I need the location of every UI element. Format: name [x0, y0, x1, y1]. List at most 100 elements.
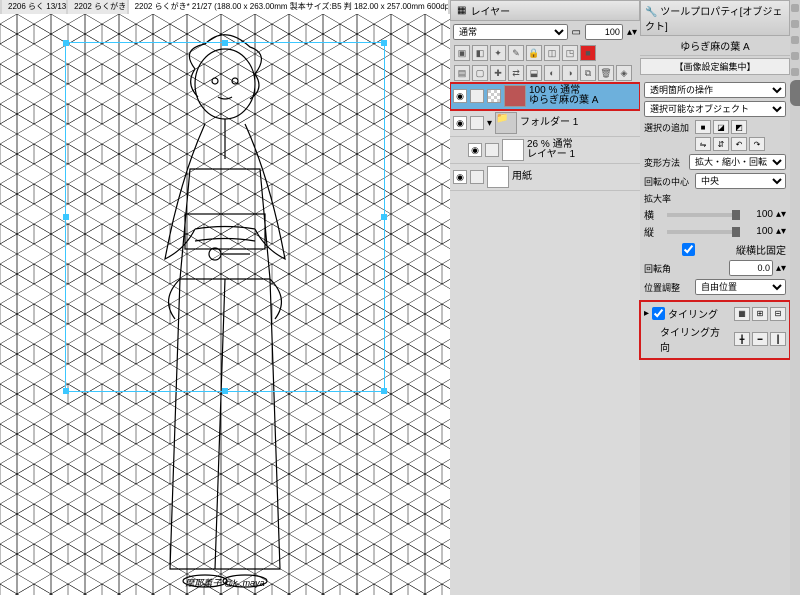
new-layer-icon[interactable]: ▤ — [454, 65, 470, 81]
selectable-obj-select[interactable]: 選択可能なオブジェクト — [644, 101, 786, 117]
del-icon[interactable]: 🗑 — [598, 65, 614, 81]
dock-icon[interactable] — [791, 20, 799, 28]
caret-icon[interactable]: ▾ — [487, 118, 492, 129]
lock-ratio-checkbox[interactable] — [644, 243, 733, 256]
tiling-label: タイリング — [668, 306, 718, 321]
eye-icon[interactable]: ◉ — [453, 89, 467, 103]
doc-tab-active[interactable]: 2202 らくがき* 21/27 (188.00 x 263.00mm 製本サイ… — [129, 0, 448, 14]
border-icon[interactable]: ◳ — [562, 45, 578, 61]
lock-alpha-icon[interactable]: ▣ — [454, 45, 470, 61]
sel-sub-icon[interactable]: ◩ — [731, 120, 747, 134]
layer-toolbar-1: ▣ ◧ ✦ ✎ 🔒 ◫ ◳ ■ — [450, 43, 640, 63]
canvas-area: 2206 らく 13/13 2202 らくがき 2202 らくがき* 21/27… — [0, 0, 450, 595]
caret-icon[interactable]: ▸ — [644, 308, 649, 319]
tiling-dir-label: タイリング方向 — [660, 324, 728, 354]
layer-name: レイヤー 1 — [527, 150, 575, 160]
scale-v-slider[interactable] — [667, 230, 740, 234]
rot-angle-label: 回転角 — [644, 262, 692, 275]
add-sel-label: 選択の追加 — [644, 121, 692, 134]
eye-icon[interactable]: ◉ — [468, 143, 482, 157]
layer-row[interactable]: ◉ ▾ 📁 フォルダー 1 — [450, 110, 640, 137]
lock-icon[interactable]: 🔒 — [526, 45, 542, 61]
folder-thumb: 📁 — [495, 112, 517, 134]
rot-r-icon[interactable]: ↷ — [749, 137, 765, 151]
canvas-viewport[interactable]: 摩耶薫子 @k_maya — [0, 14, 450, 595]
doc-tab[interactable]: 2206 らく 13/13 — [2, 0, 66, 14]
tile-dir-h-icon[interactable]: ━ — [752, 332, 768, 346]
tool-prop-title: 🔧 ツールプロパティ[オブジェクト] — [640, 0, 790, 36]
layer-name: 用紙 — [512, 172, 532, 182]
document-tabs: 2206 らく 13/13 2202 らくがき 2202 らくがき* 21/27… — [0, 0, 450, 14]
chk-icon[interactable] — [485, 143, 499, 157]
scale-v-value: 100 — [743, 226, 773, 237]
ref-icon[interactable]: ✦ — [490, 45, 506, 61]
layer-row[interactable]: ◉ 26 % 通常 レイヤー 1 — [450, 137, 640, 164]
layer-row-selected[interactable]: ◉ 100 % 通常 ゆらぎ麻の葉 A — [450, 83, 640, 110]
flip-h-icon[interactable]: ⇋ — [695, 137, 711, 151]
tile-mode-2-icon[interactable]: ⊞ — [752, 307, 768, 321]
layer-panel: ▦ レイヤー 通常 ▭ ▴▾ ▣ ◧ ✦ ✎ 🔒 ◫ ◳ ■ ▤ ▢ ✚ ⇄ ⬓… — [450, 0, 640, 595]
layer-name: フォルダー 1 — [520, 118, 578, 128]
dup-icon[interactable]: ⧉ — [580, 65, 596, 81]
tile-dir-both-icon[interactable]: ╋ — [734, 332, 750, 346]
tile-dir-v-icon[interactable]: ┃ — [770, 332, 786, 346]
asanoha-pattern — [0, 14, 450, 595]
lock-ratio-label: 縦横比固定 — [736, 242, 786, 257]
transform-label: 変形方法 — [644, 156, 686, 169]
sel-from-icon[interactable]: ◈ — [616, 65, 632, 81]
transparent-op-select[interactable]: 透明箇所の操作 — [644, 82, 786, 98]
scale-h-value: 100 — [743, 209, 773, 220]
rot-l-icon[interactable]: ↶ — [731, 137, 747, 151]
blend-mode-select[interactable]: 通常 — [453, 24, 568, 40]
sel-new-icon[interactable]: ■ — [695, 120, 711, 134]
doc-tab[interactable]: 2202 らくがき — [68, 0, 127, 14]
layer-toolbar-2: ▤ ▢ ✚ ⇄ ⬓ ◐ ◑ ⧉ 🗑 ◈ — [450, 63, 640, 83]
mask-icon[interactable]: ◐ — [544, 65, 560, 81]
editing-banner: 【画像設定編集中】 — [640, 58, 790, 75]
layer-row[interactable]: ◉ 用紙 — [450, 164, 640, 191]
chk-icon[interactable] — [487, 89, 501, 103]
transform-select[interactable]: 拡大・縮小・回転 — [689, 154, 786, 170]
opacity-input[interactable] — [585, 24, 623, 40]
draft-icon[interactable]: ✎ — [508, 45, 524, 61]
layer-sub: ゆらぎ麻の葉 A — [640, 36, 790, 56]
layer-name: ゆらぎ麻の葉 A — [529, 96, 598, 106]
tile-mode-3-icon[interactable]: ⊟ — [770, 307, 786, 321]
dock-icon[interactable] — [791, 52, 799, 60]
palette-icon: ▦ — [457, 5, 466, 16]
scale-v-label: 縦 — [644, 224, 664, 239]
tiling-checkbox[interactable] — [652, 307, 665, 320]
rot-center-select[interactable]: 中央 — [695, 173, 786, 189]
flip-v-icon[interactable]: ⇵ — [713, 137, 729, 151]
new-folder-icon[interactable]: ▢ — [472, 65, 488, 81]
chk-icon[interactable] — [470, 89, 484, 103]
clip-icon[interactable]: ◧ — [472, 45, 488, 61]
dock-icon[interactable] — [791, 68, 799, 76]
eye-icon[interactable]: ◉ — [453, 170, 467, 184]
rot-angle-input[interactable] — [729, 260, 773, 276]
sel-add-icon[interactable]: ◪ — [713, 120, 729, 134]
dock-icon[interactable] — [791, 36, 799, 44]
merge-icon[interactable]: ⬓ — [526, 65, 542, 81]
scale-h-label: 横 — [644, 207, 664, 222]
layer-thumb — [504, 85, 526, 107]
signature: 摩耶薫子 @k_maya — [185, 576, 264, 589]
ruler-icon[interactable]: ◫ — [544, 45, 560, 61]
eye-icon[interactable]: ◉ — [453, 116, 467, 130]
dock-icon[interactable] — [791, 4, 799, 12]
color-icon[interactable]: ■ — [580, 45, 596, 61]
layer-list: ◉ 100 % 通常 ゆらぎ麻の葉 A ◉ ▾ 📁 フォルダー 1 ◉ 26 %… — [450, 83, 640, 595]
expand-knob[interactable] — [790, 80, 800, 106]
chk-icon[interactable] — [470, 116, 484, 130]
chk-icon[interactable] — [470, 170, 484, 184]
scale-h-slider[interactable] — [667, 213, 740, 217]
transfer-icon[interactable]: ⇄ — [508, 65, 524, 81]
opacity-icon: ▭ — [572, 27, 581, 38]
new-fx-icon[interactable]: ✚ — [490, 65, 506, 81]
pos-select[interactable]: 自由位置 — [695, 279, 786, 295]
apply-mask-icon[interactable]: ◑ — [562, 65, 578, 81]
tile-mode-1-icon[interactable]: ▦ — [734, 307, 750, 321]
step-icon[interactable]: ▴▾ — [627, 27, 637, 38]
scale-title: 拡大率 — [644, 192, 786, 205]
pos-label: 位置調整 — [644, 281, 692, 294]
